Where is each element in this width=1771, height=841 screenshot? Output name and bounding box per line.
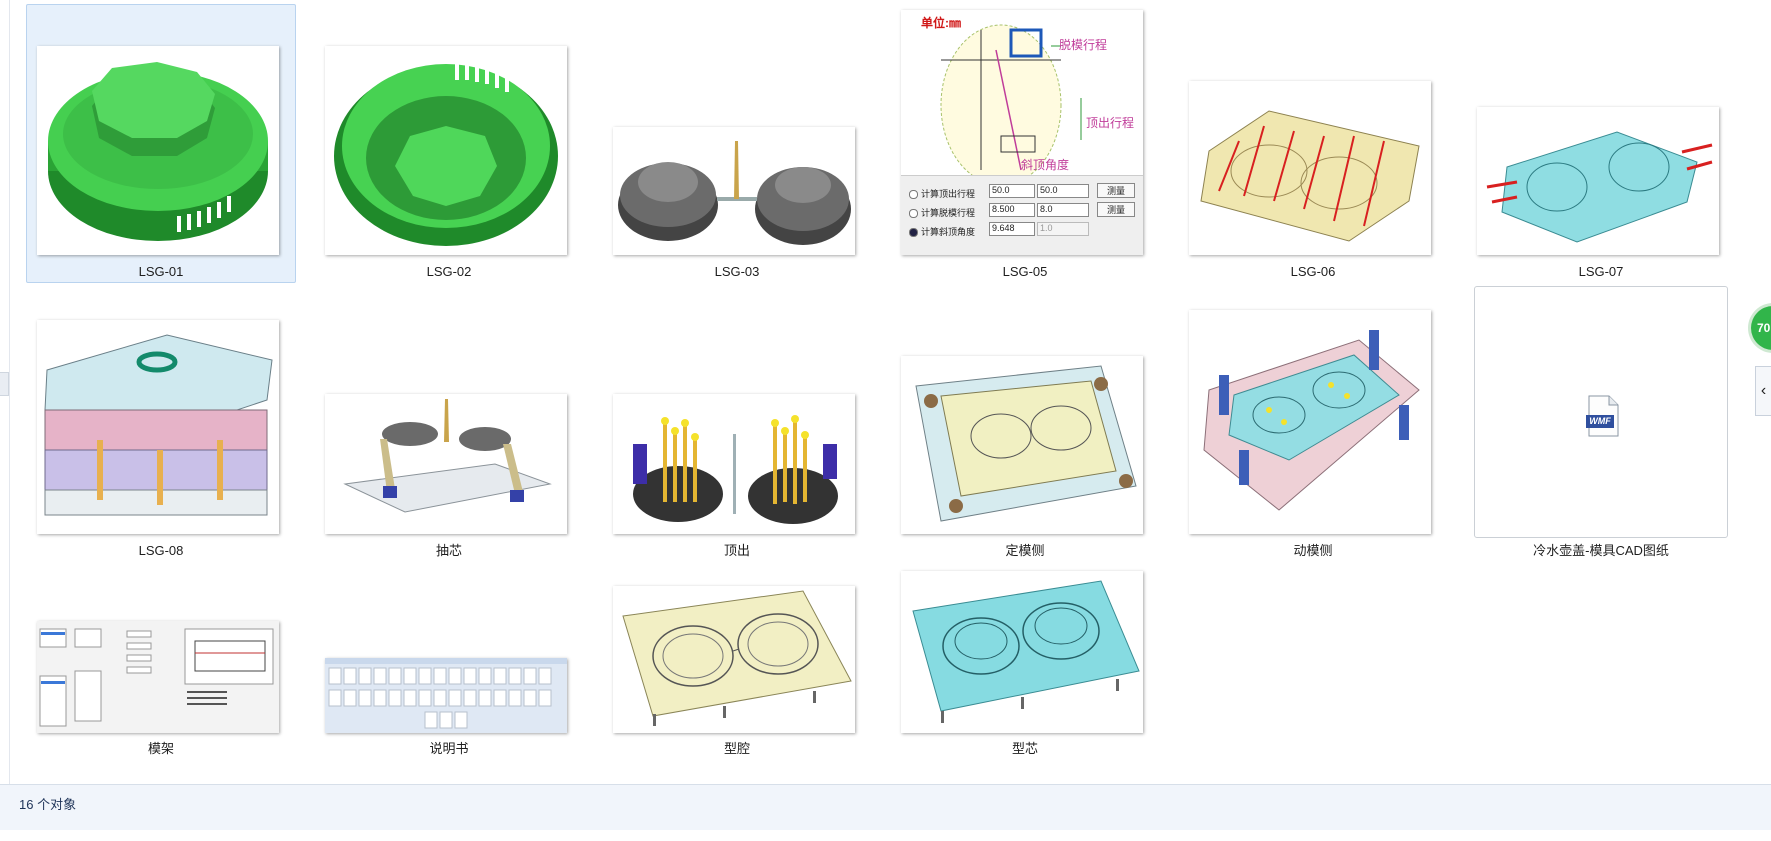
file-item-cad-drawing[interactable]: WMF 冷水壶盖-模具CAD图纸 — [1466, 283, 1736, 562]
moving-side-thumbnail — [1189, 310, 1431, 534]
green-cup-render-icon — [334, 64, 558, 246]
file-name: 顶出 — [723, 543, 750, 558]
file-view: LSG-01 LSG-02 LSG-03 单位:㎜ 脱模行程 顶出行程 斜顶角度… — [0, 0, 1771, 784]
file-name: 抽芯 — [435, 543, 462, 558]
form-select: 8.0 — [1037, 203, 1089, 217]
core-thumbnail — [901, 571, 1143, 733]
item-count: 16 个对象 — [19, 797, 77, 812]
cyan-mold-render-icon — [1486, 131, 1713, 243]
manual-pages-thumbnail — [325, 658, 567, 733]
file-name: LSG-05 — [1002, 264, 1048, 279]
form-row-label: 计算顶出行程 — [921, 189, 976, 199]
green-cup-thumbnail — [325, 46, 567, 255]
file-name: 动模侧 — [1293, 543, 1333, 558]
diagram-demold-label: 脱模行程 — [1059, 38, 1108, 52]
file-name: 型腔 — [723, 741, 750, 756]
cavity-render-icon — [622, 590, 852, 726]
diagram-drawing: 单位:㎜ 脱模行程 顶出行程 斜顶角度 — [901, 10, 1143, 175]
form-button: 测量 — [1097, 183, 1135, 198]
gray-parts-thumbnail — [613, 127, 855, 255]
yellow-mold-thumbnail — [1189, 81, 1431, 255]
file-name: LSG-07 — [1578, 264, 1624, 279]
diagram-lines-icon — [940, 24, 1082, 175]
wmf-thumbnail: WMF — [1474, 286, 1728, 538]
core-pull-render-icon — [343, 399, 552, 513]
core-pull-thumbnail — [325, 394, 567, 534]
mold-assembly-render-icon — [44, 334, 273, 516]
fixed-side-render-icon — [915, 365, 1137, 522]
floating-speed-badge[interactable]: 70 — [1751, 306, 1771, 350]
chevron-left-icon: ‹ — [1760, 382, 1767, 399]
file-name: 定模侧 — [1005, 543, 1045, 558]
file-name: LSG-03 — [714, 264, 760, 279]
calculation-diagram-thumbnail: 单位:㎜ 脱模行程 顶出行程 斜顶角度 计算顶出行程 50.0 50.0 测量 … — [901, 10, 1143, 255]
diagram-eject-label: 顶出行程 — [1086, 116, 1135, 130]
form-select: 1.0 — [1037, 222, 1089, 236]
file-item-lsg-08[interactable]: LSG-08 — [26, 283, 296, 562]
yellow-mold-render-icon — [1200, 110, 1420, 242]
form-row: 计算斜顶角度 — [909, 225, 975, 238]
file-name: LSG-06 — [1290, 264, 1336, 279]
radio-checked-icon — [909, 228, 918, 238]
file-item-lsg-03[interactable]: LSG-03 — [602, 4, 872, 283]
green-cap-render-icon — [48, 62, 268, 241]
form-value: 8.500 — [989, 203, 1035, 217]
form-row: 计算顶出行程 — [909, 187, 975, 200]
form-row: 计算脱模行程 — [909, 206, 975, 219]
moving-side-render-icon — [1203, 330, 1420, 511]
diagram-angle-label: 斜顶角度 — [1021, 158, 1070, 172]
diagram-unit-label: 单位:㎜ — [921, 16, 961, 30]
wmf-file-icon: WMF — [1585, 395, 1619, 437]
form-value: 50.0 — [989, 184, 1035, 198]
ejector-thumbnail — [613, 394, 855, 534]
radio-icon — [909, 190, 918, 200]
form-row-label: 计算脱模行程 — [921, 208, 976, 218]
file-item-lsg-02[interactable]: LSG-02 — [314, 4, 584, 283]
green-cap-thumbnail — [37, 46, 279, 255]
file-name: 说明书 — [429, 741, 469, 756]
cavity-thumbnail — [613, 586, 855, 733]
side-panel-toggle-button[interactable]: ‹ — [1755, 366, 1771, 416]
form-select: 50.0 — [1037, 184, 1089, 198]
ejector-render-icon — [633, 415, 838, 524]
form-row-label: 计算斜顶角度 — [921, 227, 976, 237]
file-item-lsg-06[interactable]: LSG-06 — [1178, 4, 1448, 283]
file-name: LSG-02 — [426, 264, 472, 279]
status-bar: 16 个对象 — [0, 784, 1771, 830]
mold-base-dialog-thumbnail — [37, 621, 279, 733]
file-item-lsg-01[interactable]: LSG-01 — [26, 4, 296, 283]
file-item-core-pull[interactable]: 抽芯 — [314, 283, 584, 562]
file-item-lsg-07[interactable]: LSG-07 — [1466, 4, 1736, 283]
pane-splitter-handle[interactable] — [0, 372, 9, 396]
form-button: 测量 — [1097, 202, 1135, 217]
mold-assembly-thumbnail — [37, 320, 279, 534]
file-item-fixed-side[interactable]: 定模侧 — [890, 283, 1160, 562]
file-item-eject[interactable]: 顶出 — [602, 283, 872, 562]
gray-parts-render-icon — [618, 141, 851, 245]
file-name: LSG-01 — [138, 264, 184, 279]
mold-base-dialog-icon — [37, 621, 279, 733]
file-name: 型芯 — [1011, 741, 1038, 756]
diagram-form: 计算顶出行程 50.0 50.0 测量 计算脱模行程 8.500 8.0 测量 … — [901, 175, 1143, 255]
cyan-mold-thumbnail — [1477, 107, 1719, 255]
file-name: LSG-08 — [138, 543, 184, 558]
wmf-label: WMF — [1589, 416, 1611, 426]
file-name: 冷水壶盖-模具CAD图纸 — [1533, 543, 1669, 558]
manual-pages-icon — [325, 658, 567, 729]
navigation-pane-edge[interactable] — [0, 0, 10, 784]
core-render-icon — [912, 580, 1140, 723]
file-item-lsg-05[interactable]: 单位:㎜ 脱模行程 顶出行程 斜顶角度 计算顶出行程 50.0 50.0 测量 … — [890, 4, 1160, 283]
form-value: 9.648 — [989, 222, 1035, 236]
fixed-side-thumbnail — [901, 356, 1143, 534]
file-item-moving-side[interactable]: 动模侧 — [1178, 283, 1448, 562]
file-name: 模架 — [147, 741, 174, 756]
radio-icon — [909, 209, 918, 219]
